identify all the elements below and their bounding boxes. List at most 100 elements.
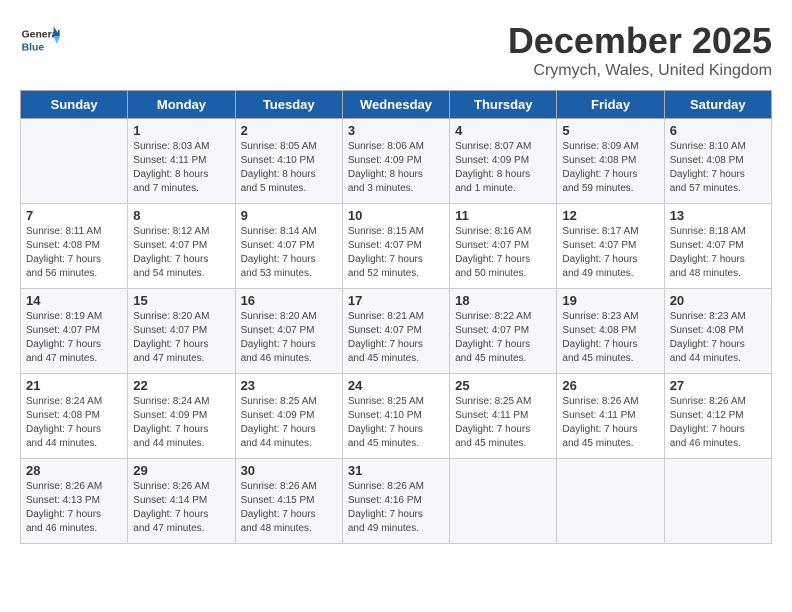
day-info: Sunrise: 8:26 AM Sunset: 4:13 PM Dayligh… [26, 480, 122, 536]
day-number: 17 [348, 293, 444, 308]
calendar-cell [450, 459, 557, 544]
day-number: 20 [670, 293, 766, 308]
header: General Blue December 2025 Crymych, Wale… [20, 20, 772, 80]
day-of-week-header: Sunday [21, 91, 128, 119]
day-of-week-header: Friday [557, 91, 664, 119]
day-number: 26 [562, 378, 658, 393]
calendar-cell: 2 Sunrise: 8:05 AM Sunset: 4:10 PM Daylig… [235, 119, 342, 204]
calendar-week-row: 28 Sunrise: 8:26 AM Sunset: 4:13 PM Dayli… [21, 459, 772, 544]
day-number: 5 [562, 123, 658, 138]
calendar-cell: 11 Sunrise: 8:16 AM Sunset: 4:07 PM Dayli… [450, 204, 557, 289]
day-info: Sunrise: 8:03 AM Sunset: 4:11 PM Dayligh… [133, 140, 229, 196]
day-number: 12 [562, 208, 658, 223]
day-of-week-header: Monday [128, 91, 235, 119]
calendar-cell: 19Sunrise: 8:23 AM Sunset: 4:08 PM Dayli… [557, 289, 664, 374]
day-info: Sunrise: 8:23 AM Sunset: 4:08 PM Dayligh… [670, 310, 766, 366]
calendar-cell: 9 Sunrise: 8:14 AM Sunset: 4:07 PM Daylig… [235, 204, 342, 289]
calendar-cell [557, 459, 664, 544]
calendar-cell: 7 Sunrise: 8:11 AM Sunset: 4:08 PM Daylig… [21, 204, 128, 289]
day-of-week-header: Wednesday [342, 91, 449, 119]
day-info: Sunrise: 8:11 AM Sunset: 4:08 PM Dayligh… [26, 225, 122, 281]
title-area: December 2025 Crymych, Wales, United Kin… [508, 20, 772, 80]
calendar-cell: 29Sunrise: 8:26 AM Sunset: 4:14 PM Dayli… [128, 459, 235, 544]
logo: General Blue [20, 20, 64, 60]
calendar-week-row: 14 Sunrise: 8:19 AM Sunset: 4:07 PM Dayli… [21, 289, 772, 374]
day-info: Sunrise: 8:20 AM Sunset: 4:07 PM Dayligh… [133, 310, 229, 366]
day-number: 13 [670, 208, 766, 223]
day-number: 31 [348, 463, 444, 478]
day-info: Sunrise: 8:24 AM Sunset: 4:09 PM Dayligh… [133, 395, 229, 451]
day-number: 23 [241, 378, 337, 393]
day-of-week-header: Thursday [450, 91, 557, 119]
month-title: December 2025 [508, 20, 772, 62]
day-info: Sunrise: 8:09 AM Sunset: 4:08 PM Dayligh… [562, 140, 658, 196]
calendar-cell: 1 Sunrise: 8:03 AM Sunset: 4:11 PM Daylig… [128, 119, 235, 204]
calendar-cell: 6 Sunrise: 8:10 AM Sunset: 4:08 PM Daylig… [664, 119, 771, 204]
day-info: Sunrise: 8:26 AM Sunset: 4:15 PM Dayligh… [241, 480, 337, 536]
day-info: Sunrise: 8:17 AM Sunset: 4:07 PM Dayligh… [562, 225, 658, 281]
day-info: Sunrise: 8:05 AM Sunset: 4:10 PM Dayligh… [241, 140, 337, 196]
day-number: 30 [241, 463, 337, 478]
day-info: Sunrise: 8:10 AM Sunset: 4:08 PM Dayligh… [670, 140, 766, 196]
day-number: 3 [348, 123, 444, 138]
svg-text:Blue: Blue [22, 42, 45, 53]
day-of-week-header: Tuesday [235, 91, 342, 119]
calendar-cell: 24 Sunrise: 8:25 AM Sunset: 4:10 PM Dayli… [342, 374, 449, 459]
calendar-cell: 30 Sunrise: 8:26 AM Sunset: 4:15 PM Dayli… [235, 459, 342, 544]
day-info: Sunrise: 8:24 AM Sunset: 4:08 PM Dayligh… [26, 395, 122, 451]
calendar-cell: 16 Sunrise: 8:20 AM Sunset: 4:07 PM Dayli… [235, 289, 342, 374]
day-number: 21 [26, 378, 122, 393]
day-number: 15 [133, 293, 229, 308]
day-number: 29 [133, 463, 229, 478]
day-info: Sunrise: 8:26 AM Sunset: 4:11 PM Dayligh… [562, 395, 658, 451]
day-info: Sunrise: 8:21 AM Sunset: 4:07 PM Dayligh… [348, 310, 444, 366]
day-number: 7 [26, 208, 122, 223]
day-number: 6 [670, 123, 766, 138]
calendar-cell: 15 Sunrise: 8:20 AM Sunset: 4:07 PM Dayli… [128, 289, 235, 374]
calendar-cell: 12 Sunrise: 8:17 AM Sunset: 4:07 PM Dayli… [557, 204, 664, 289]
day-of-week-header: Saturday [664, 91, 771, 119]
calendar-cell [664, 459, 771, 544]
calendar-cell: 3Sunrise: 8:06 AM Sunset: 4:09 PM Daylig… [342, 119, 449, 204]
day-info: Sunrise: 8:20 AM Sunset: 4:07 PM Dayligh… [241, 310, 337, 366]
day-info: Sunrise: 8:18 AM Sunset: 4:07 PM Dayligh… [670, 225, 766, 281]
day-info: Sunrise: 8:15 AM Sunset: 4:07 PM Dayligh… [348, 225, 444, 281]
day-info: Sunrise: 8:12 AM Sunset: 4:07 PM Dayligh… [133, 225, 229, 281]
day-info: Sunrise: 8:25 AM Sunset: 4:10 PM Dayligh… [348, 395, 444, 451]
day-info: Sunrise: 8:25 AM Sunset: 4:09 PM Dayligh… [241, 395, 337, 451]
calendar-week-row: 21 Sunrise: 8:24 AM Sunset: 4:08 PM Dayli… [21, 374, 772, 459]
day-number: 9 [241, 208, 337, 223]
day-info: Sunrise: 8:16 AM Sunset: 4:07 PM Dayligh… [455, 225, 551, 281]
day-number: 24 [348, 378, 444, 393]
day-number: 16 [241, 293, 337, 308]
day-number: 8 [133, 208, 229, 223]
calendar-cell: 23 Sunrise: 8:25 AM Sunset: 4:09 PM Dayli… [235, 374, 342, 459]
calendar-cell: 8 Sunrise: 8:12 AM Sunset: 4:07 PM Daylig… [128, 204, 235, 289]
day-info: Sunrise: 8:26 AM Sunset: 4:16 PM Dayligh… [348, 480, 444, 536]
day-number: 1 [133, 123, 229, 138]
day-number: 18 [455, 293, 551, 308]
day-number: 4 [455, 123, 551, 138]
day-number: 25 [455, 378, 551, 393]
day-number: 19 [562, 293, 658, 308]
calendar-week-row: 7 Sunrise: 8:11 AM Sunset: 4:08 PM Daylig… [21, 204, 772, 289]
day-info: Sunrise: 8:22 AM Sunset: 4:07 PM Dayligh… [455, 310, 551, 366]
calendar-cell: 17 Sunrise: 8:21 AM Sunset: 4:07 PM Dayli… [342, 289, 449, 374]
day-number: 27 [670, 378, 766, 393]
day-number: 2 [241, 123, 337, 138]
calendar-cell: 22Sunrise: 8:24 AM Sunset: 4:09 PM Dayli… [128, 374, 235, 459]
day-number: 28 [26, 463, 122, 478]
day-info: Sunrise: 8:07 AM Sunset: 4:09 PM Dayligh… [455, 140, 551, 196]
calendar-cell: 27 Sunrise: 8:26 AM Sunset: 4:12 PM Dayli… [664, 374, 771, 459]
day-info: Sunrise: 8:19 AM Sunset: 4:07 PM Dayligh… [26, 310, 122, 366]
calendar-cell: 13 Sunrise: 8:18 AM Sunset: 4:07 PM Dayli… [664, 204, 771, 289]
day-info: Sunrise: 8:14 AM Sunset: 4:07 PM Dayligh… [241, 225, 337, 281]
calendar-week-row: 1 Sunrise: 8:03 AM Sunset: 4:11 PM Daylig… [21, 119, 772, 204]
day-info: Sunrise: 8:26 AM Sunset: 4:12 PM Dayligh… [670, 395, 766, 451]
calendar-cell: 4 Sunrise: 8:07 AM Sunset: 4:09 PM Daylig… [450, 119, 557, 204]
calendar-cell: 28 Sunrise: 8:26 AM Sunset: 4:13 PM Dayli… [21, 459, 128, 544]
day-number: 14 [26, 293, 122, 308]
calendar-cell: 26 Sunrise: 8:26 AM Sunset: 4:11 PM Dayli… [557, 374, 664, 459]
day-number: 11 [455, 208, 551, 223]
calendar-cell [21, 119, 128, 204]
